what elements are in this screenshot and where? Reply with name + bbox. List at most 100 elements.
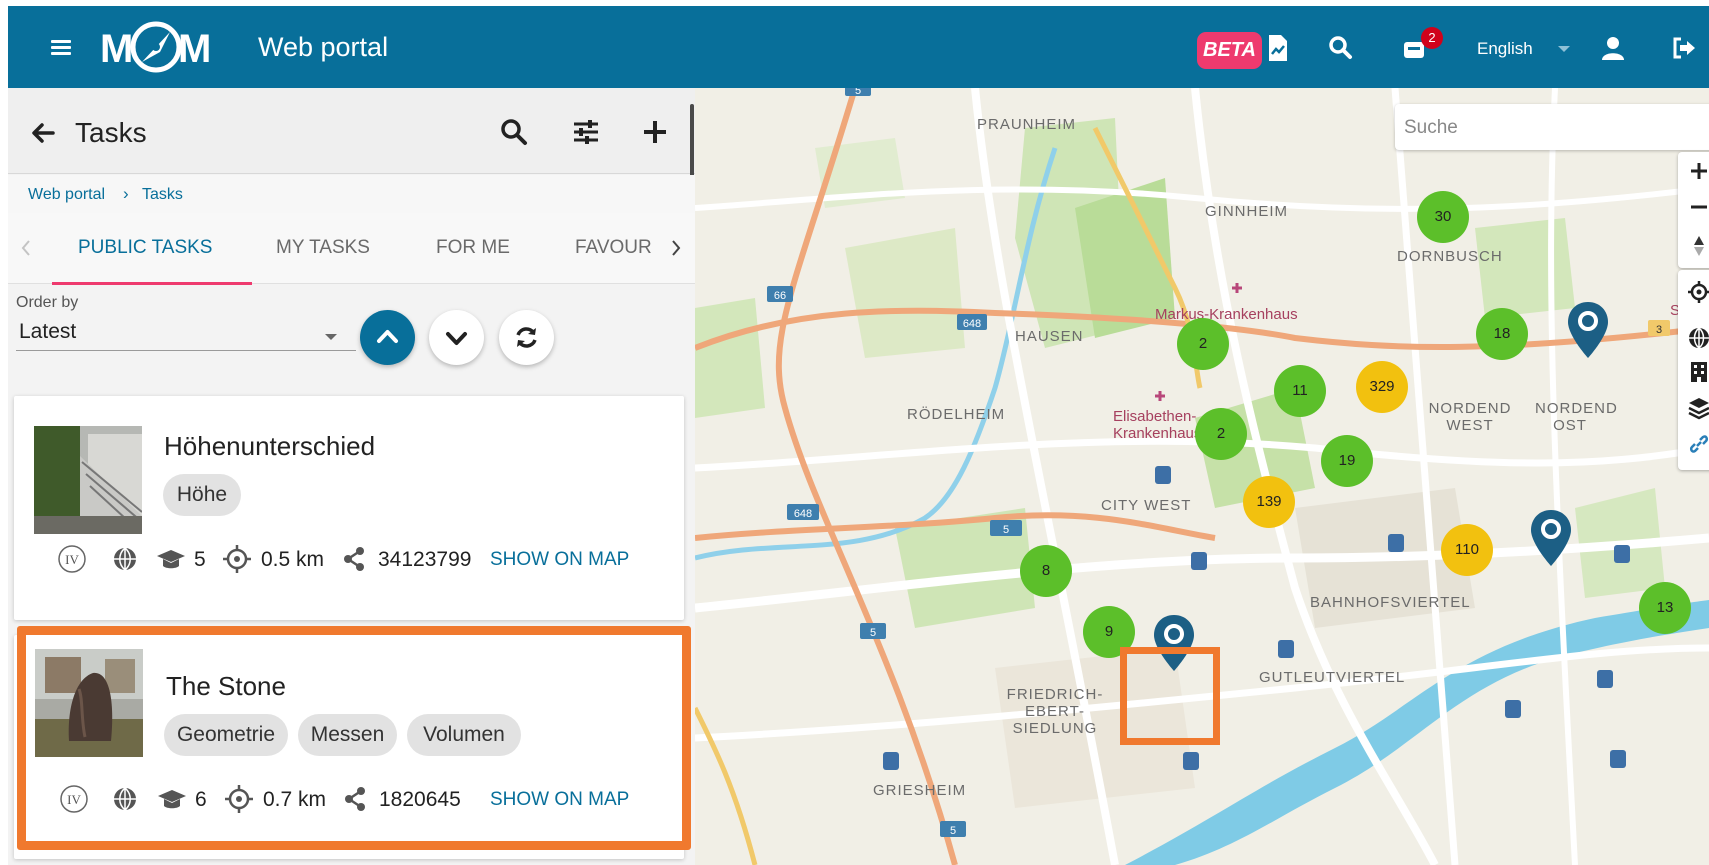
road-number: 5	[855, 88, 861, 97]
breadcrumb-separator: ›	[123, 184, 129, 203]
map-pin-icon[interactable]	[1529, 508, 1573, 568]
map-cluster[interactable]: 30	[1417, 191, 1469, 243]
map-cluster[interactable]: 13	[1639, 582, 1691, 634]
map-tool-controls	[1678, 270, 1709, 470]
globe-icon[interactable]	[1687, 326, 1709, 350]
language-select[interactable]: English	[1477, 39, 1533, 59]
map-cluster[interactable]: 18	[1476, 308, 1528, 360]
map-search-input[interactable]: Suche	[1395, 104, 1709, 150]
highlight-box	[1120, 647, 1220, 745]
tab-for-me[interactable]: FOR ME	[436, 237, 510, 259]
share-icon[interactable]	[339, 544, 369, 574]
map-cluster[interactable]: 11	[1274, 365, 1326, 417]
panel-header: Tasks	[8, 88, 695, 174]
map-place-label: GINNHEIM	[1205, 203, 1288, 220]
svg-text:M: M	[178, 27, 211, 71]
search-icon[interactable]	[498, 116, 530, 148]
map-view[interactable]: 5 66 648 648 5 5 3 5 PRAUNHEIM GINNHEIM …	[695, 88, 1709, 865]
sort-descending-button[interactable]	[429, 310, 484, 365]
beta-badge: BETA	[1197, 32, 1262, 69]
tab-my-tasks[interactable]: MY TASKS	[276, 237, 370, 259]
breadcrumb-tasks[interactable]: Tasks	[142, 186, 183, 204]
map-place-label: HAUSEN	[1015, 328, 1084, 345]
location-target-icon	[223, 545, 251, 573]
task-title[interactable]: Höhenunterschied	[164, 431, 375, 462]
road-number: 5	[870, 627, 876, 639]
road-number: 648	[794, 508, 812, 520]
refresh-icon	[516, 327, 537, 348]
filter-sliders-icon[interactable]	[570, 116, 602, 148]
map-place-label: BAHNHOFSVIERTEL	[1310, 594, 1471, 611]
logout-icon[interactable]	[1668, 32, 1700, 64]
map-place-label: NORDEND OST	[1535, 400, 1618, 434]
map-place-label: CITY WEST	[1101, 497, 1192, 514]
svg-text:M: M	[100, 27, 133, 71]
order-by-select[interactable]: Latest	[16, 317, 356, 351]
refresh-button[interactable]	[499, 310, 554, 365]
task-distance: 0.5 km	[261, 548, 325, 571]
map-place-label: GUTLEUTVIERTEL	[1259, 669, 1406, 686]
task-card[interactable]: Höhenunterschied Höhe IV 5 0.5 km 341237…	[14, 396, 684, 620]
road-number: 66	[774, 290, 786, 302]
task-grade: 5	[194, 548, 206, 571]
tag-chip[interactable]: Höhe	[163, 474, 241, 516]
sort-ascending-button[interactable]	[360, 310, 415, 365]
breadcrumb-web-portal[interactable]: Web portal	[28, 186, 105, 204]
layers-icon[interactable]	[1687, 396, 1709, 420]
chevron-up-icon	[377, 330, 398, 343]
zoom-in-icon[interactable]	[1688, 160, 1709, 182]
map-cluster[interactable]: 139	[1243, 476, 1295, 528]
map-place-label: RÖDELHEIM	[907, 406, 1006, 423]
menu-icon[interactable]	[48, 32, 78, 62]
map-cluster[interactable]: 329	[1356, 361, 1408, 413]
active-tab-indicator	[52, 282, 252, 285]
map-base: 5 66 648 648 5 5 3 5	[695, 88, 1709, 865]
map-cluster[interactable]: 2	[1195, 408, 1247, 460]
map-cluster[interactable]: 110	[1441, 524, 1493, 576]
chevron-down-icon[interactable]	[1558, 46, 1570, 52]
map-cluster[interactable]: 2	[1177, 318, 1229, 370]
zoom-out-icon[interactable]	[1688, 196, 1709, 218]
breadcrumb	[8, 175, 695, 213]
road-number: 5	[1003, 524, 1009, 536]
map-place-label: NORDEND WEST	[1428, 400, 1512, 434]
map-place-label: GRIESHEIM	[873, 782, 967, 799]
compass-north-icon[interactable]	[1688, 234, 1709, 258]
user-icon[interactable]	[1597, 32, 1629, 64]
zoom-controls	[1678, 152, 1709, 268]
chevron-right-icon[interactable]	[666, 236, 686, 260]
graduation-cap-icon	[157, 550, 185, 569]
building-icon[interactable]	[1687, 360, 1709, 384]
chevron-down-icon[interactable]	[325, 334, 337, 340]
road-number: 5	[950, 825, 956, 837]
map-place-label: DORNBUSCH	[1397, 248, 1503, 265]
map-poi-label: Markus-Krankenhaus	[1155, 306, 1298, 323]
chevron-left-icon[interactable]	[16, 236, 36, 260]
road-number: 3	[1656, 324, 1662, 336]
grade-four-icon: IV	[58, 545, 86, 573]
order-by-label: Order by	[16, 294, 79, 311]
link-icon[interactable]	[1687, 432, 1709, 456]
task-id: 34123799	[378, 548, 472, 571]
map-place-label: PRAUNHEIM	[977, 116, 1077, 133]
tab-favourites[interactable]: FAVOUR	[575, 237, 652, 259]
map-pin-icon[interactable]	[1566, 300, 1610, 360]
svg-text:IV: IV	[65, 552, 79, 567]
map-search-placeholder: Suche	[1404, 117, 1458, 138]
add-icon[interactable]	[639, 116, 671, 148]
app-logo[interactable]: M M Web portal	[100, 18, 388, 76]
notification-badge: 2	[1421, 27, 1443, 49]
arrow-back-icon[interactable]	[28, 118, 58, 148]
tab-public-tasks[interactable]: PUBLIC TASKS	[78, 237, 212, 259]
top-app-bar: M M Web portal BETA 2 English	[8, 6, 1709, 88]
show-on-map-button[interactable]: SHOW ON MAP	[490, 549, 629, 571]
document-chart-icon[interactable]	[1261, 32, 1293, 64]
globe-icon	[114, 547, 136, 571]
map-cluster[interactable]: 8	[1020, 545, 1072, 597]
compass-logo-icon: M M	[100, 21, 211, 73]
app-title: Web portal	[258, 31, 389, 62]
search-icon[interactable]	[1325, 32, 1357, 64]
locate-icon[interactable]	[1687, 280, 1709, 304]
chevron-down-icon	[446, 332, 467, 345]
map-cluster[interactable]: 19	[1321, 435, 1373, 487]
